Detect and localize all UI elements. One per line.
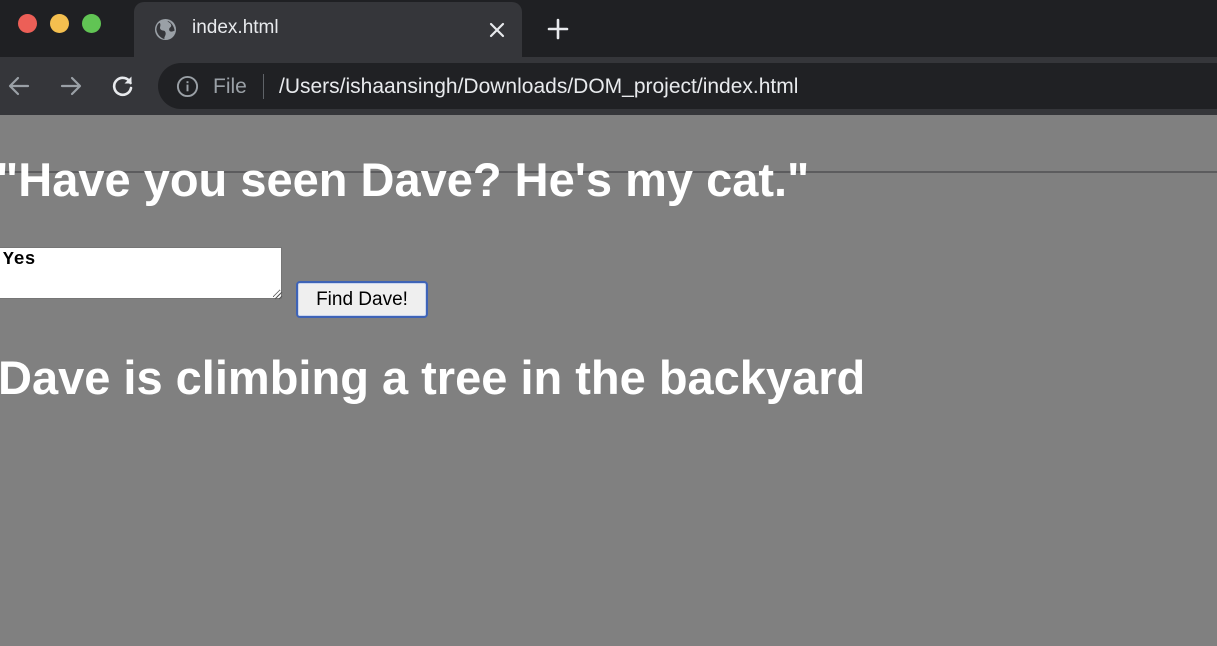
find-dave-button[interactable]: Find Dave!: [296, 281, 428, 318]
reload-icon[interactable]: [110, 73, 136, 99]
result-text: Dave is climbing a tree in the backyard: [0, 351, 866, 404]
window-minimize-button[interactable]: [50, 14, 69, 33]
plus-icon[interactable]: [546, 17, 570, 41]
answer-textarea[interactable]: Yes: [0, 247, 282, 299]
url-text[interactable]: /Users/ishaansingh/Downloads/DOM_project…: [279, 75, 798, 99]
page-content: "Have you seen Dave? He's my cat." Yes F…: [0, 116, 1217, 646]
tab-strip: index.html: [0, 0, 1217, 57]
browser-tab[interactable]: index.html: [134, 2, 522, 57]
resize-grip-icon[interactable]: [274, 291, 283, 300]
address-separator: [263, 74, 264, 99]
window-maximize-button[interactable]: [82, 14, 101, 33]
browser-toolbar: File /Users/ishaansingh/Downloads/DOM_pr…: [0, 57, 1217, 173]
arrow-right-icon[interactable]: [58, 73, 84, 99]
globe-icon: [154, 18, 177, 41]
window-close-button[interactable]: [18, 14, 37, 33]
close-icon[interactable]: [486, 19, 508, 41]
info-icon[interactable]: [176, 75, 199, 98]
tab-title: index.html: [192, 17, 279, 38]
page-headline: "Have you seen Dave? He's my cat.": [0, 153, 810, 206]
address-bar[interactable]: File /Users/ishaansingh/Downloads/DOM_pr…: [158, 63, 1217, 109]
arrow-left-icon[interactable]: [6, 73, 32, 99]
scheme-label: File: [213, 75, 247, 98]
